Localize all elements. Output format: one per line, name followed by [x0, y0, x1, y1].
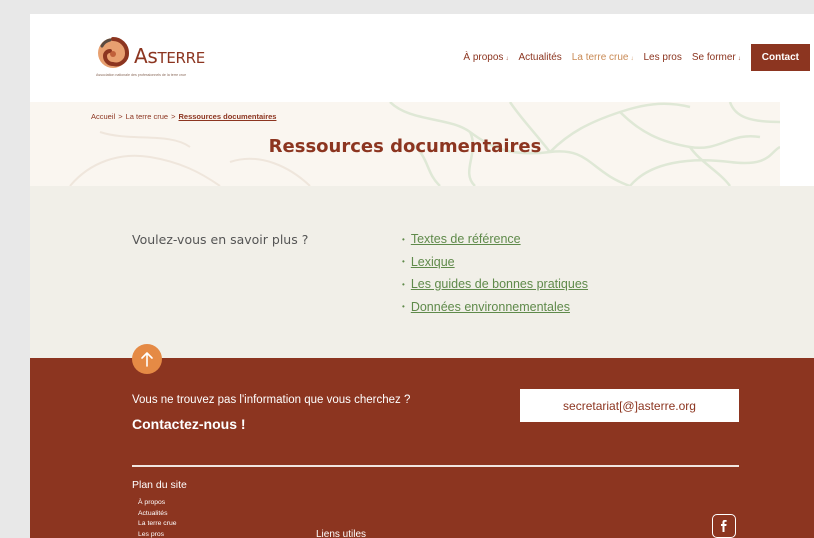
- nav-item-les-pros[interactable]: Les pros: [644, 52, 682, 63]
- nav-item-se-former[interactable]: Se former ↓: [692, 52, 741, 63]
- page: AsTerre Association nationale des profes…: [30, 14, 814, 538]
- hero-banner: Accueil > La terre crue > Ressources documen…: [30, 102, 780, 186]
- sitemap-item-actualites[interactable]: Actualités: [138, 509, 177, 520]
- breadcrumb-home[interactable]: Accueil: [91, 112, 115, 121]
- chevron-down-icon: ↓: [505, 56, 509, 62]
- sitemap-list: À propos Actualités La terre crue Les pr…: [138, 498, 177, 538]
- resources-links: • Textes de référence • Lexique • Les guide…: [402, 232, 588, 322]
- arrow-up-icon: [141, 352, 153, 367]
- breadcrumb-la-terre-crue[interactable]: La terre crue: [126, 112, 169, 121]
- resources-section: Voulez-vous en savoir plus ? • Textes de …: [30, 186, 814, 358]
- link-textes-de-reference[interactable]: Textes de référence: [411, 232, 521, 246]
- site-footer: Vous ne trouvez pas l'information que vo…: [30, 344, 814, 538]
- main-nav: À propos ↓ Actualités La terre crue ↓ Les …: [463, 44, 810, 71]
- breadcrumb: Accueil > La terre crue > Ressources documen…: [91, 112, 277, 121]
- email-button[interactable]: secretariat[@]asterre.org: [520, 389, 739, 422]
- footer-question: Vous ne trouvez pas l'information que vo…: [132, 394, 411, 406]
- link-guides-bonnes-pratiques[interactable]: Les guides de bonnes pratiques: [411, 277, 588, 291]
- list-item: • Lexique: [402, 254, 455, 269]
- list-item: • Les guides de bonnes pratiques: [402, 277, 589, 291]
- sitemap-item-a-propos[interactable]: À propos: [138, 498, 177, 509]
- footer-divider: [132, 465, 739, 467]
- nav-item-a-propos[interactable]: À propos ↓: [463, 52, 508, 63]
- sitemap-item-la-terre-crue[interactable]: La terre crue: [138, 519, 177, 530]
- sitemap-item-les-pros[interactable]: Les pros: [138, 530, 177, 538]
- sitemap-title: Plan du site: [132, 479, 187, 491]
- useful-links-title: Liens utiles: [316, 529, 367, 538]
- list-item: • Textes de référence: [402, 232, 521, 246]
- nav-item-la-terre-crue[interactable]: La terre crue ↓: [572, 52, 634, 63]
- spiral-logo-icon: [98, 37, 129, 68]
- chevron-down-icon: ↓: [630, 56, 634, 62]
- chevron-down-icon: ↓: [737, 56, 741, 62]
- facebook-icon[interactable]: [712, 514, 736, 538]
- logo-wordmark: AsTerre: [134, 44, 205, 68]
- contact-button[interactable]: Contact: [750, 44, 810, 71]
- page-title: Ressources documentaires: [268, 136, 542, 157]
- scroll-to-top-button[interactable]: [132, 344, 162, 374]
- logo-tagline: Association nationale des professionnels…: [96, 73, 187, 77]
- resources-question: Voulez-vous en savoir plus ?: [132, 232, 309, 247]
- nav-item-actualites[interactable]: Actualités: [518, 52, 561, 63]
- site-logo[interactable]: AsTerre Association nationale des profes…: [96, 36, 226, 78]
- link-donnees-environnementales[interactable]: Données environnementales: [411, 300, 570, 314]
- link-lexique[interactable]: Lexique: [411, 255, 455, 269]
- list-item: • Données environnementales: [402, 299, 570, 314]
- breadcrumb-current[interactable]: Ressources documentaires: [179, 112, 277, 121]
- contact-us-link[interactable]: Contactez-nous !: [132, 416, 246, 432]
